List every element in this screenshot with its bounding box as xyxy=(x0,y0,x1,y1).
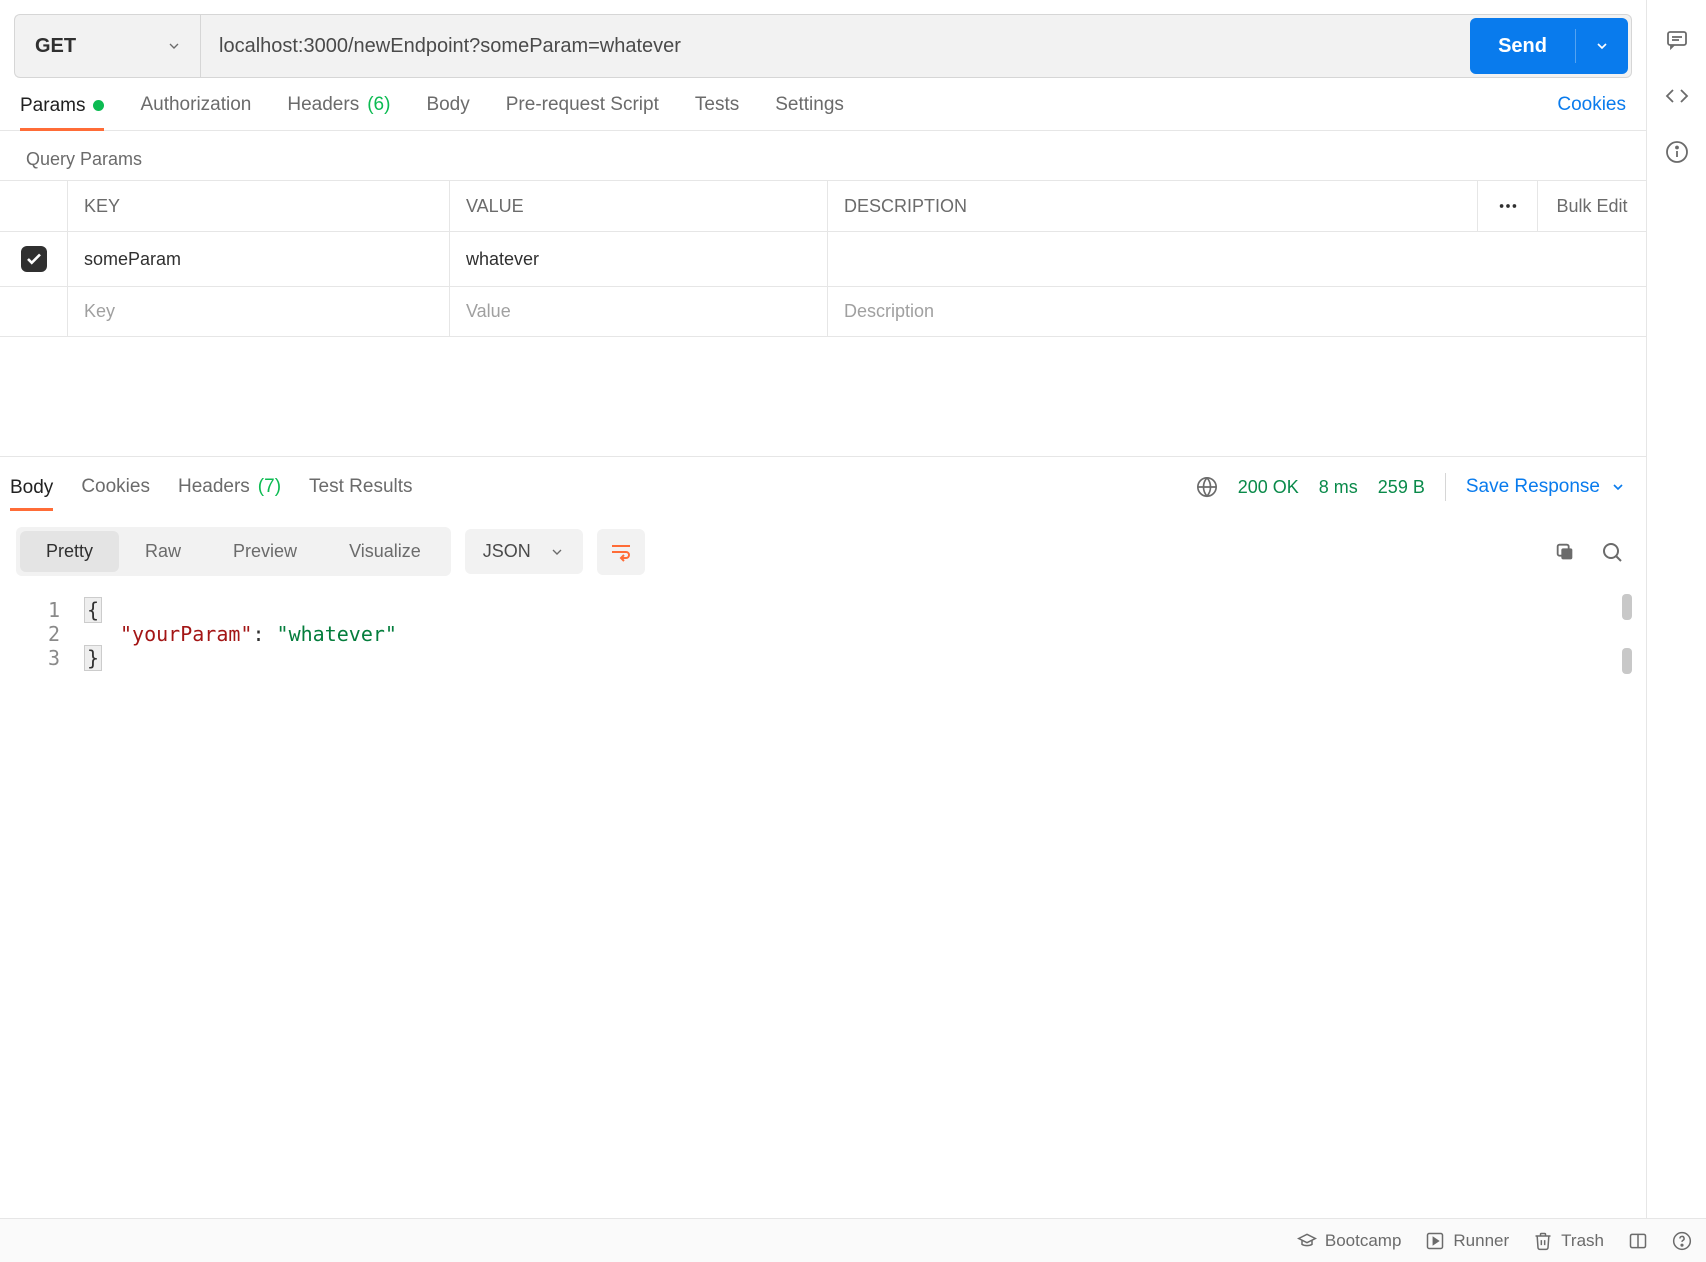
send-button[interactable]: Send xyxy=(1470,18,1628,74)
method-select[interactable]: GET xyxy=(14,14,200,78)
param-key-input[interactable] xyxy=(84,249,433,270)
line-number: 2 xyxy=(40,622,60,646)
send-dropdown[interactable] xyxy=(1576,38,1628,54)
col-description: DESCRIPTION xyxy=(828,181,1478,231)
tab-body[interactable]: Body xyxy=(426,94,469,130)
wrap-toggle-button[interactable] xyxy=(597,529,645,575)
param-value-input-empty[interactable] xyxy=(466,301,811,322)
check-icon xyxy=(25,250,43,268)
view-visualize[interactable]: Visualize xyxy=(323,531,447,572)
param-row xyxy=(0,232,1646,287)
runner-button[interactable]: Runner xyxy=(1425,1231,1509,1251)
panels-icon xyxy=(1628,1231,1648,1251)
help-icon xyxy=(1672,1231,1692,1251)
tab-settings[interactable]: Settings xyxy=(775,94,844,130)
comment-icon[interactable] xyxy=(1665,28,1689,52)
panels-button[interactable] xyxy=(1628,1231,1648,1251)
trash-icon xyxy=(1533,1231,1553,1251)
response-tabs: Body Cookies Headers (7) Test Results 20… xyxy=(0,457,1646,513)
dot-indicator-icon xyxy=(93,100,104,111)
play-square-icon xyxy=(1425,1231,1445,1251)
param-row-empty xyxy=(0,287,1646,337)
url-input[interactable] xyxy=(200,14,1454,78)
wrap-icon xyxy=(609,540,633,564)
line-number: 1 xyxy=(40,598,60,622)
right-sidebar xyxy=(1646,0,1706,1218)
param-desc-input-empty[interactable] xyxy=(844,301,1630,322)
resp-tab-test-results[interactable]: Test Results xyxy=(309,476,412,510)
status-bar: Bootcamp Runner Trash xyxy=(0,1218,1706,1262)
resp-tab-cookies[interactable]: Cookies xyxy=(81,476,150,510)
status-size: 259 B xyxy=(1378,477,1425,498)
info-icon[interactable] xyxy=(1665,140,1689,164)
globe-icon[interactable] xyxy=(1196,476,1218,498)
cookies-link[interactable]: Cookies xyxy=(1557,94,1626,130)
chevron-down-icon xyxy=(166,38,182,54)
params-checkbox-header xyxy=(0,181,68,231)
save-response-button[interactable]: Save Response xyxy=(1466,476,1626,498)
params-table: KEY VALUE DESCRIPTION Bulk Edit xyxy=(0,180,1646,337)
help-button[interactable] xyxy=(1672,1231,1692,1251)
chevron-down-icon xyxy=(1594,38,1610,54)
response-body[interactable]: 1 { 2 "yourParam": "whatever" 3 } xyxy=(0,590,1646,670)
response-toolbar: Pretty Raw Preview Visualize JSON xyxy=(0,513,1646,590)
query-params-label: Query Params xyxy=(0,131,1646,180)
send-label: Send xyxy=(1470,35,1575,58)
format-select[interactable]: JSON xyxy=(465,529,583,574)
more-options-button[interactable] xyxy=(1478,181,1538,231)
chevron-down-icon xyxy=(549,544,565,560)
chevron-down-icon xyxy=(1610,479,1626,495)
view-preview[interactable]: Preview xyxy=(207,531,323,572)
scrollbar-thumb[interactable] xyxy=(1622,594,1632,620)
graduation-cap-icon xyxy=(1297,1231,1317,1251)
status-code: 200 OK xyxy=(1238,477,1299,498)
request-bar: GET Send xyxy=(0,0,1646,78)
tab-params[interactable]: Params xyxy=(20,95,104,131)
param-key-input-empty[interactable] xyxy=(84,301,433,322)
param-value-input[interactable] xyxy=(466,249,811,270)
tab-authorization[interactable]: Authorization xyxy=(140,94,251,130)
more-horizontal-icon xyxy=(1497,195,1519,217)
json-key: "yourParam" xyxy=(120,622,252,646)
status-time: 8 ms xyxy=(1319,477,1358,498)
bootcamp-button[interactable]: Bootcamp xyxy=(1297,1231,1402,1251)
tab-tests[interactable]: Tests xyxy=(695,94,739,130)
col-value: VALUE xyxy=(450,181,828,231)
params-header-row: KEY VALUE DESCRIPTION Bulk Edit xyxy=(0,181,1646,232)
resp-tab-body[interactable]: Body xyxy=(10,477,53,511)
view-raw[interactable]: Raw xyxy=(119,531,207,572)
resp-tab-headers[interactable]: Headers (7) xyxy=(178,476,281,510)
json-value: "whatever" xyxy=(277,622,397,646)
trash-button[interactable]: Trash xyxy=(1533,1231,1604,1251)
view-mode-segmented: Pretty Raw Preview Visualize xyxy=(16,527,451,576)
method-label: GET xyxy=(35,35,76,58)
param-checkbox[interactable] xyxy=(21,246,47,272)
tab-prerequest-script[interactable]: Pre-request Script xyxy=(506,94,659,130)
bulk-edit-button[interactable]: Bulk Edit xyxy=(1538,181,1646,231)
scrollbar-thumb[interactable] xyxy=(1622,648,1632,674)
param-desc-input[interactable] xyxy=(844,249,1630,270)
request-tabs: Params Authorization Headers (6) Body Pr… xyxy=(0,78,1646,131)
code-icon[interactable] xyxy=(1665,84,1689,108)
search-icon[interactable] xyxy=(1600,540,1624,564)
line-number: 3 xyxy=(40,646,60,670)
tab-headers[interactable]: Headers (6) xyxy=(287,94,390,130)
copy-icon[interactable] xyxy=(1554,541,1576,563)
col-key: KEY xyxy=(68,181,450,231)
view-pretty[interactable]: Pretty xyxy=(20,531,119,572)
